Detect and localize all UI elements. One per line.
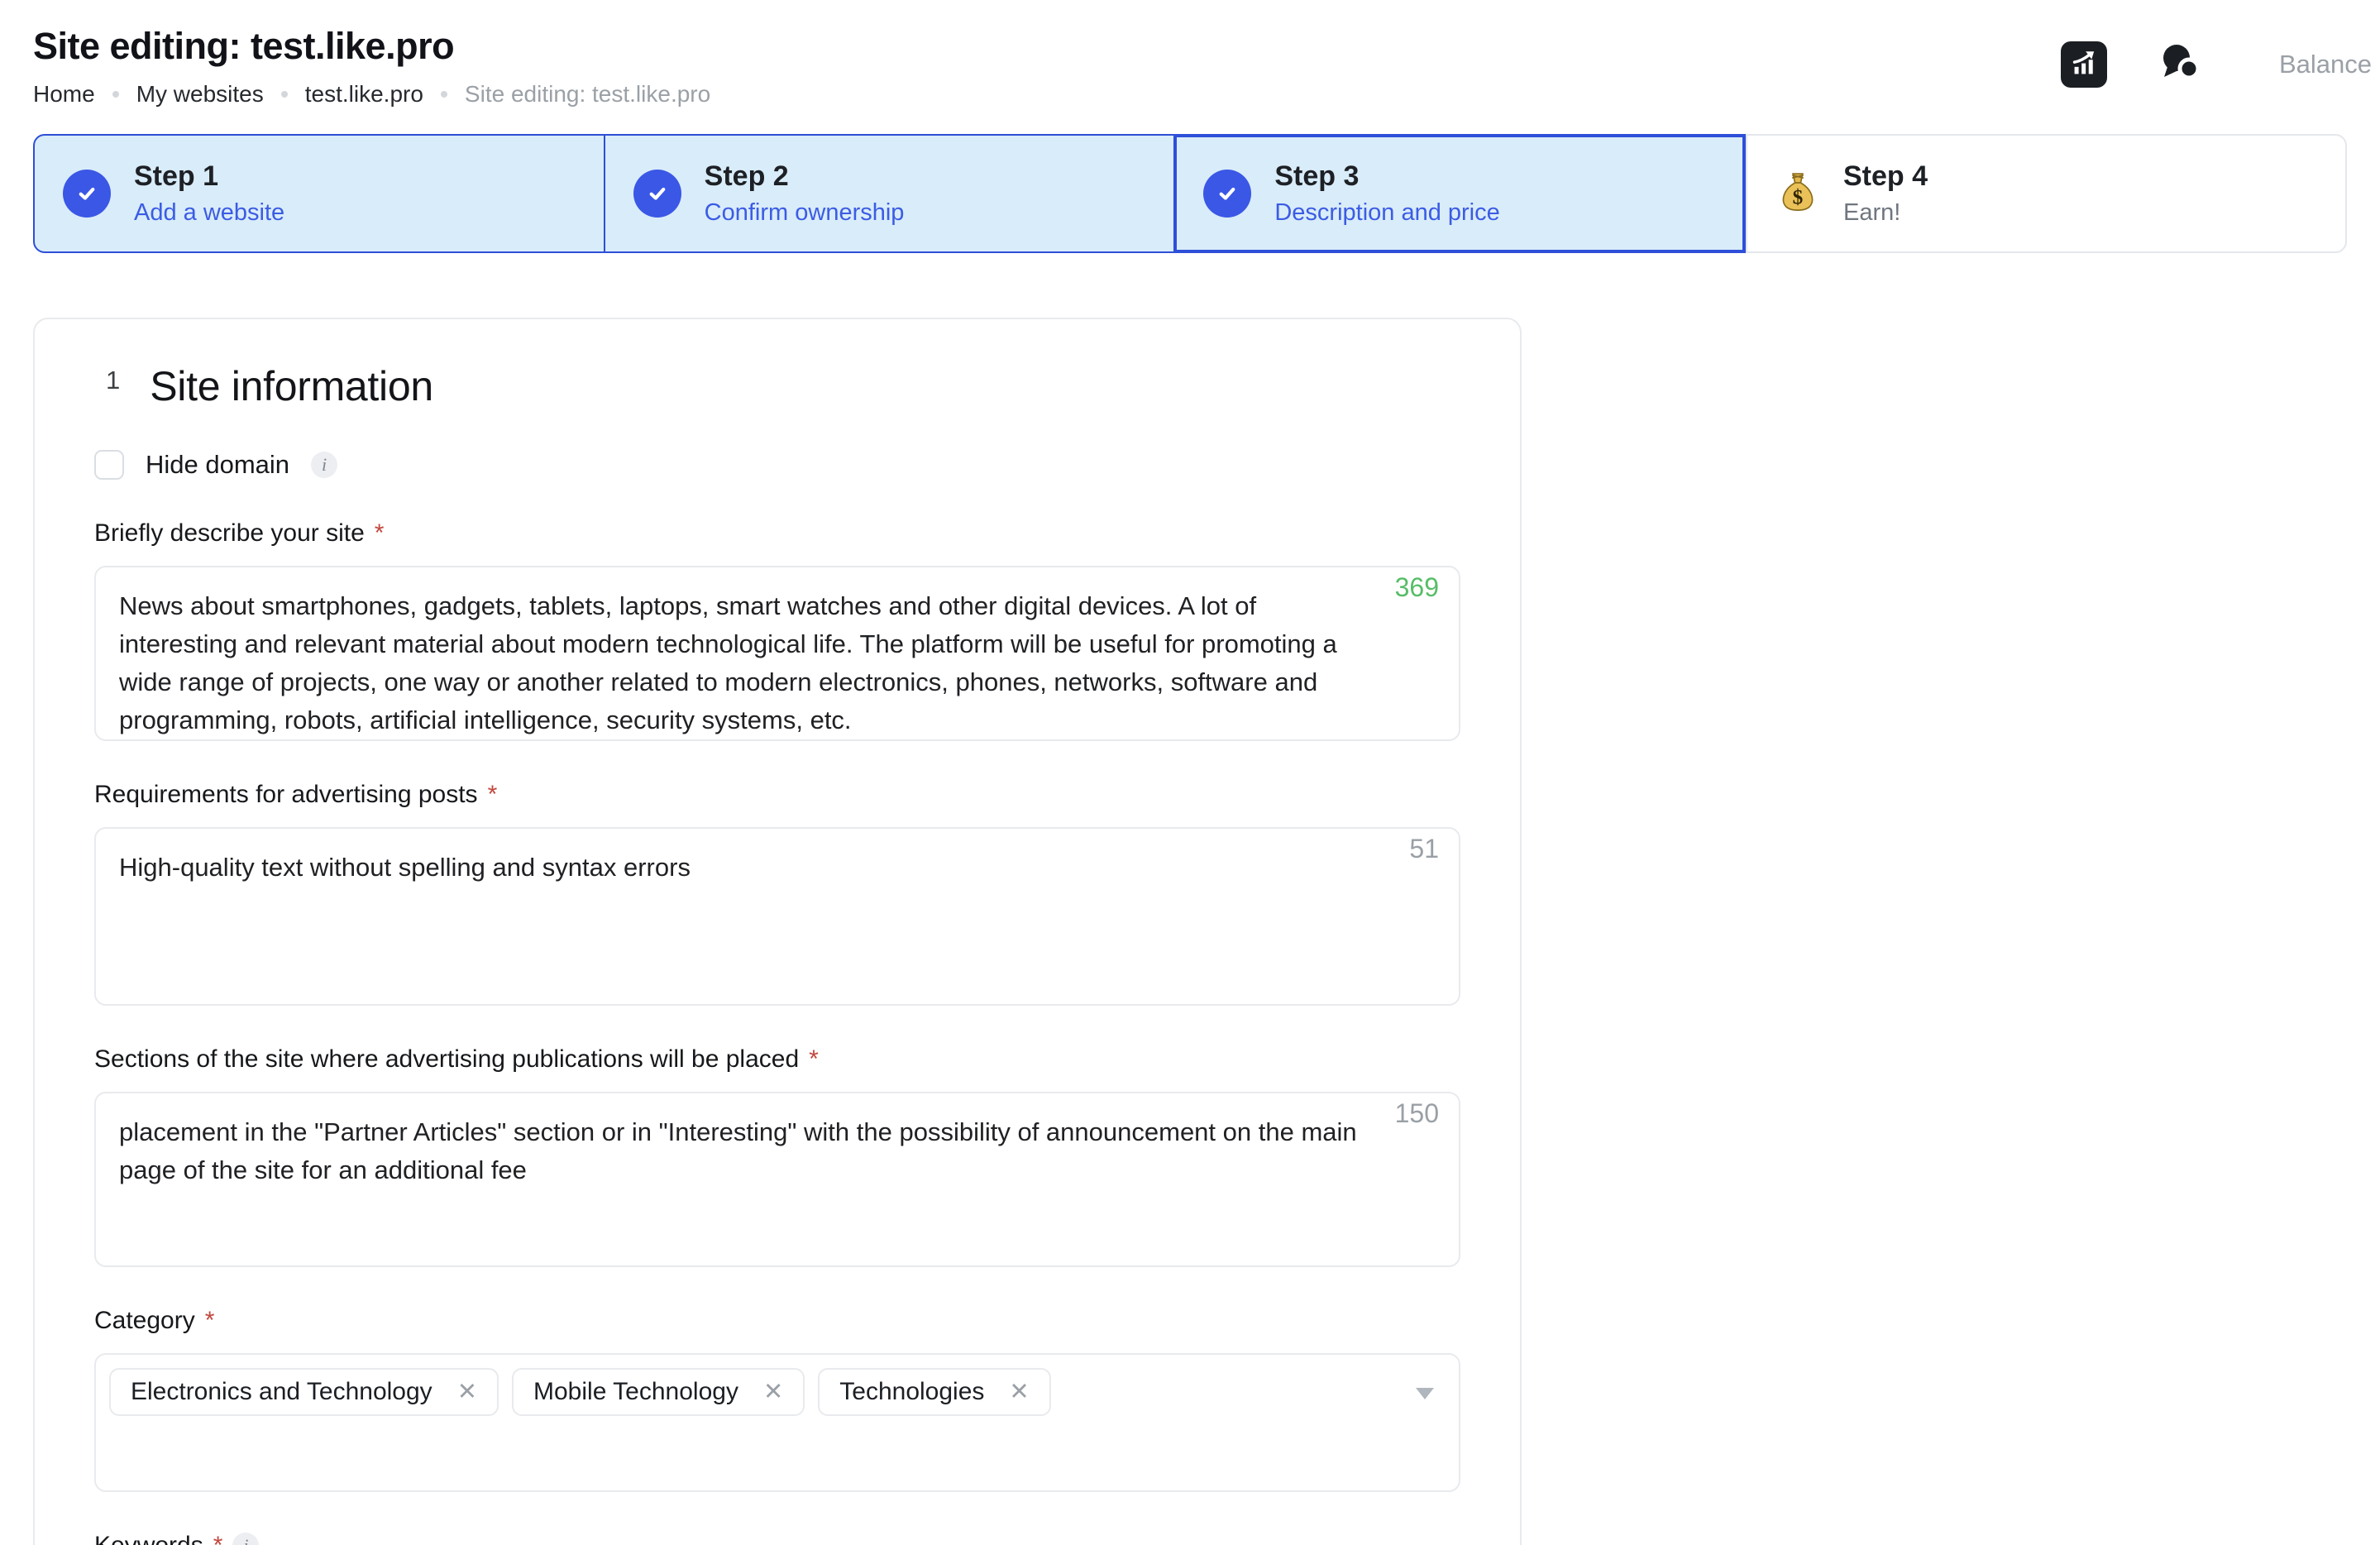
step-3[interactable]: Step 3 Description and price bbox=[1173, 136, 1744, 251]
top-bar: Site editing: test.like.pro Home My websi… bbox=[0, 0, 2380, 108]
stepper-completed-group: Step 1 Add a website Step 2 Confirm ownersh… bbox=[33, 134, 1746, 253]
section-heading: 1 Site information bbox=[94, 362, 1460, 410]
describe-label: Briefly describe your site bbox=[94, 519, 1460, 548]
char-counter: 150 bbox=[1395, 1098, 1439, 1129]
title-block: Site editing: test.like.pro Home My websi… bbox=[33, 17, 710, 108]
check-circle-icon bbox=[63, 170, 111, 218]
required-asterisk bbox=[205, 1307, 215, 1335]
breadcrumb-item: Site editing: test.like.pro bbox=[465, 81, 710, 108]
category-tag: Technologies ✕ bbox=[818, 1368, 1050, 1416]
category-tag-label: Technologies bbox=[839, 1378, 984, 1406]
step-1[interactable]: Step 1 Add a website bbox=[35, 136, 604, 251]
requirements-textarea[interactable]: High-quality text without spelling and s… bbox=[94, 827, 1460, 1006]
site-information-card: 1 Site information Hide domain i Briefly… bbox=[33, 318, 1522, 1545]
required-asterisk bbox=[375, 519, 385, 548]
breadcrumb-item[interactable]: My websites bbox=[136, 81, 264, 108]
money-bag-icon: $ bbox=[1775, 170, 1820, 218]
breadcrumb-item[interactable]: Home bbox=[33, 81, 95, 108]
section-number: 1 bbox=[106, 362, 120, 395]
required-asterisk bbox=[809, 1045, 819, 1074]
check-circle-icon bbox=[1203, 170, 1251, 218]
category-field: Category Electronics and Technology✕Mobi… bbox=[94, 1307, 1460, 1492]
hide-domain-row: Hide domain i bbox=[94, 450, 1460, 480]
remove-tag-icon[interactable]: ✕ bbox=[1009, 1380, 1029, 1404]
breadcrumb-separator bbox=[112, 91, 119, 98]
requirements-textarea-wrap: High-quality text without spelling and s… bbox=[94, 827, 1460, 1006]
keywords-label: Keywords i bbox=[94, 1532, 1460, 1545]
step-subtitle: Description and price bbox=[1274, 199, 1499, 227]
chat-icon[interactable] bbox=[2158, 41, 2205, 88]
analytics-icon[interactable] bbox=[2061, 41, 2107, 88]
step-4[interactable]: $ Step 4 Earn! bbox=[1746, 134, 2347, 253]
hide-domain-checkbox[interactable] bbox=[94, 450, 124, 480]
step-subtitle: Add a website bbox=[134, 199, 284, 227]
category-tag: Mobile Technology ✕ bbox=[512, 1368, 805, 1416]
char-counter: 369 bbox=[1395, 572, 1439, 603]
svg-text:$: $ bbox=[1793, 185, 1804, 208]
info-icon[interactable]: i bbox=[232, 1533, 259, 1545]
category-select[interactable]: Electronics and Technology✕Mobile Techno… bbox=[94, 1353, 1460, 1492]
step-subtitle: Earn! bbox=[1843, 199, 1928, 227]
char-counter: 51 bbox=[1409, 834, 1439, 864]
step-title: Step 2 bbox=[705, 160, 905, 193]
check-circle-icon bbox=[633, 170, 681, 218]
top-bar-actions: Balance bbox=[2061, 17, 2372, 88]
step-title: Step 1 bbox=[134, 160, 284, 193]
keywords-field: Keywords i android✕apple✕samsung✕google✕… bbox=[94, 1532, 1460, 1545]
breadcrumb-separator bbox=[281, 91, 288, 98]
info-icon[interactable]: i bbox=[311, 452, 337, 478]
step-2[interactable]: Step 2 Confirm ownership bbox=[604, 136, 1174, 251]
category-label: Category bbox=[94, 1307, 1460, 1335]
remove-tag-icon[interactable]: ✕ bbox=[763, 1380, 783, 1404]
step-subtitle: Confirm ownership bbox=[705, 199, 905, 227]
hide-domain-label: Hide domain bbox=[146, 450, 289, 480]
required-asterisk bbox=[488, 781, 498, 809]
step-texts: Step 1 Add a website bbox=[134, 160, 284, 226]
sections-textarea[interactable]: placement in the "Partner Articles" sect… bbox=[94, 1092, 1460, 1267]
step-title: Step 4 bbox=[1843, 160, 1928, 193]
category-tag: Electronics and Technology ✕ bbox=[109, 1368, 499, 1416]
requirements-label: Requirements for advertising posts bbox=[94, 781, 1460, 809]
sections-textarea-wrap: placement in the "Partner Articles" sect… bbox=[94, 1092, 1460, 1267]
chevron-down-icon[interactable] bbox=[1416, 1388, 1434, 1399]
category-tag-label: Electronics and Technology bbox=[131, 1378, 433, 1406]
required-asterisk bbox=[213, 1532, 223, 1545]
breadcrumb-separator bbox=[441, 91, 447, 98]
step-title: Step 3 bbox=[1274, 160, 1499, 193]
describe-textarea[interactable]: News about smartphones, gadgets, tablets… bbox=[94, 566, 1460, 741]
balance-label[interactable]: Balance bbox=[2279, 50, 2372, 79]
remove-tag-icon[interactable]: ✕ bbox=[457, 1380, 477, 1404]
sections-field: Sections of the site where advertising p… bbox=[94, 1045, 1460, 1267]
describe-field: Briefly describe your site News about sm… bbox=[94, 519, 1460, 741]
breadcrumb-item[interactable]: test.like.pro bbox=[305, 81, 423, 108]
step-texts: Step 3 Description and price bbox=[1274, 160, 1499, 226]
step-texts: Step 2 Confirm ownership bbox=[705, 160, 905, 226]
sections-label: Sections of the site where advertising p… bbox=[94, 1045, 1460, 1074]
step-texts: Step 4 Earn! bbox=[1843, 160, 1928, 226]
category-tag-label: Mobile Technology bbox=[533, 1378, 738, 1406]
page-title: Site editing: test.like.pro bbox=[33, 25, 710, 68]
describe-textarea-wrap: News about smartphones, gadgets, tablets… bbox=[94, 566, 1460, 741]
stepper: Step 1 Add a website Step 2 Confirm ownersh… bbox=[33, 134, 2347, 253]
requirements-field: Requirements for advertising posts High-… bbox=[94, 781, 1460, 1006]
section-title: Site information bbox=[150, 362, 433, 410]
breadcrumb: Home My websites test.like.pro Site editing… bbox=[33, 81, 710, 108]
